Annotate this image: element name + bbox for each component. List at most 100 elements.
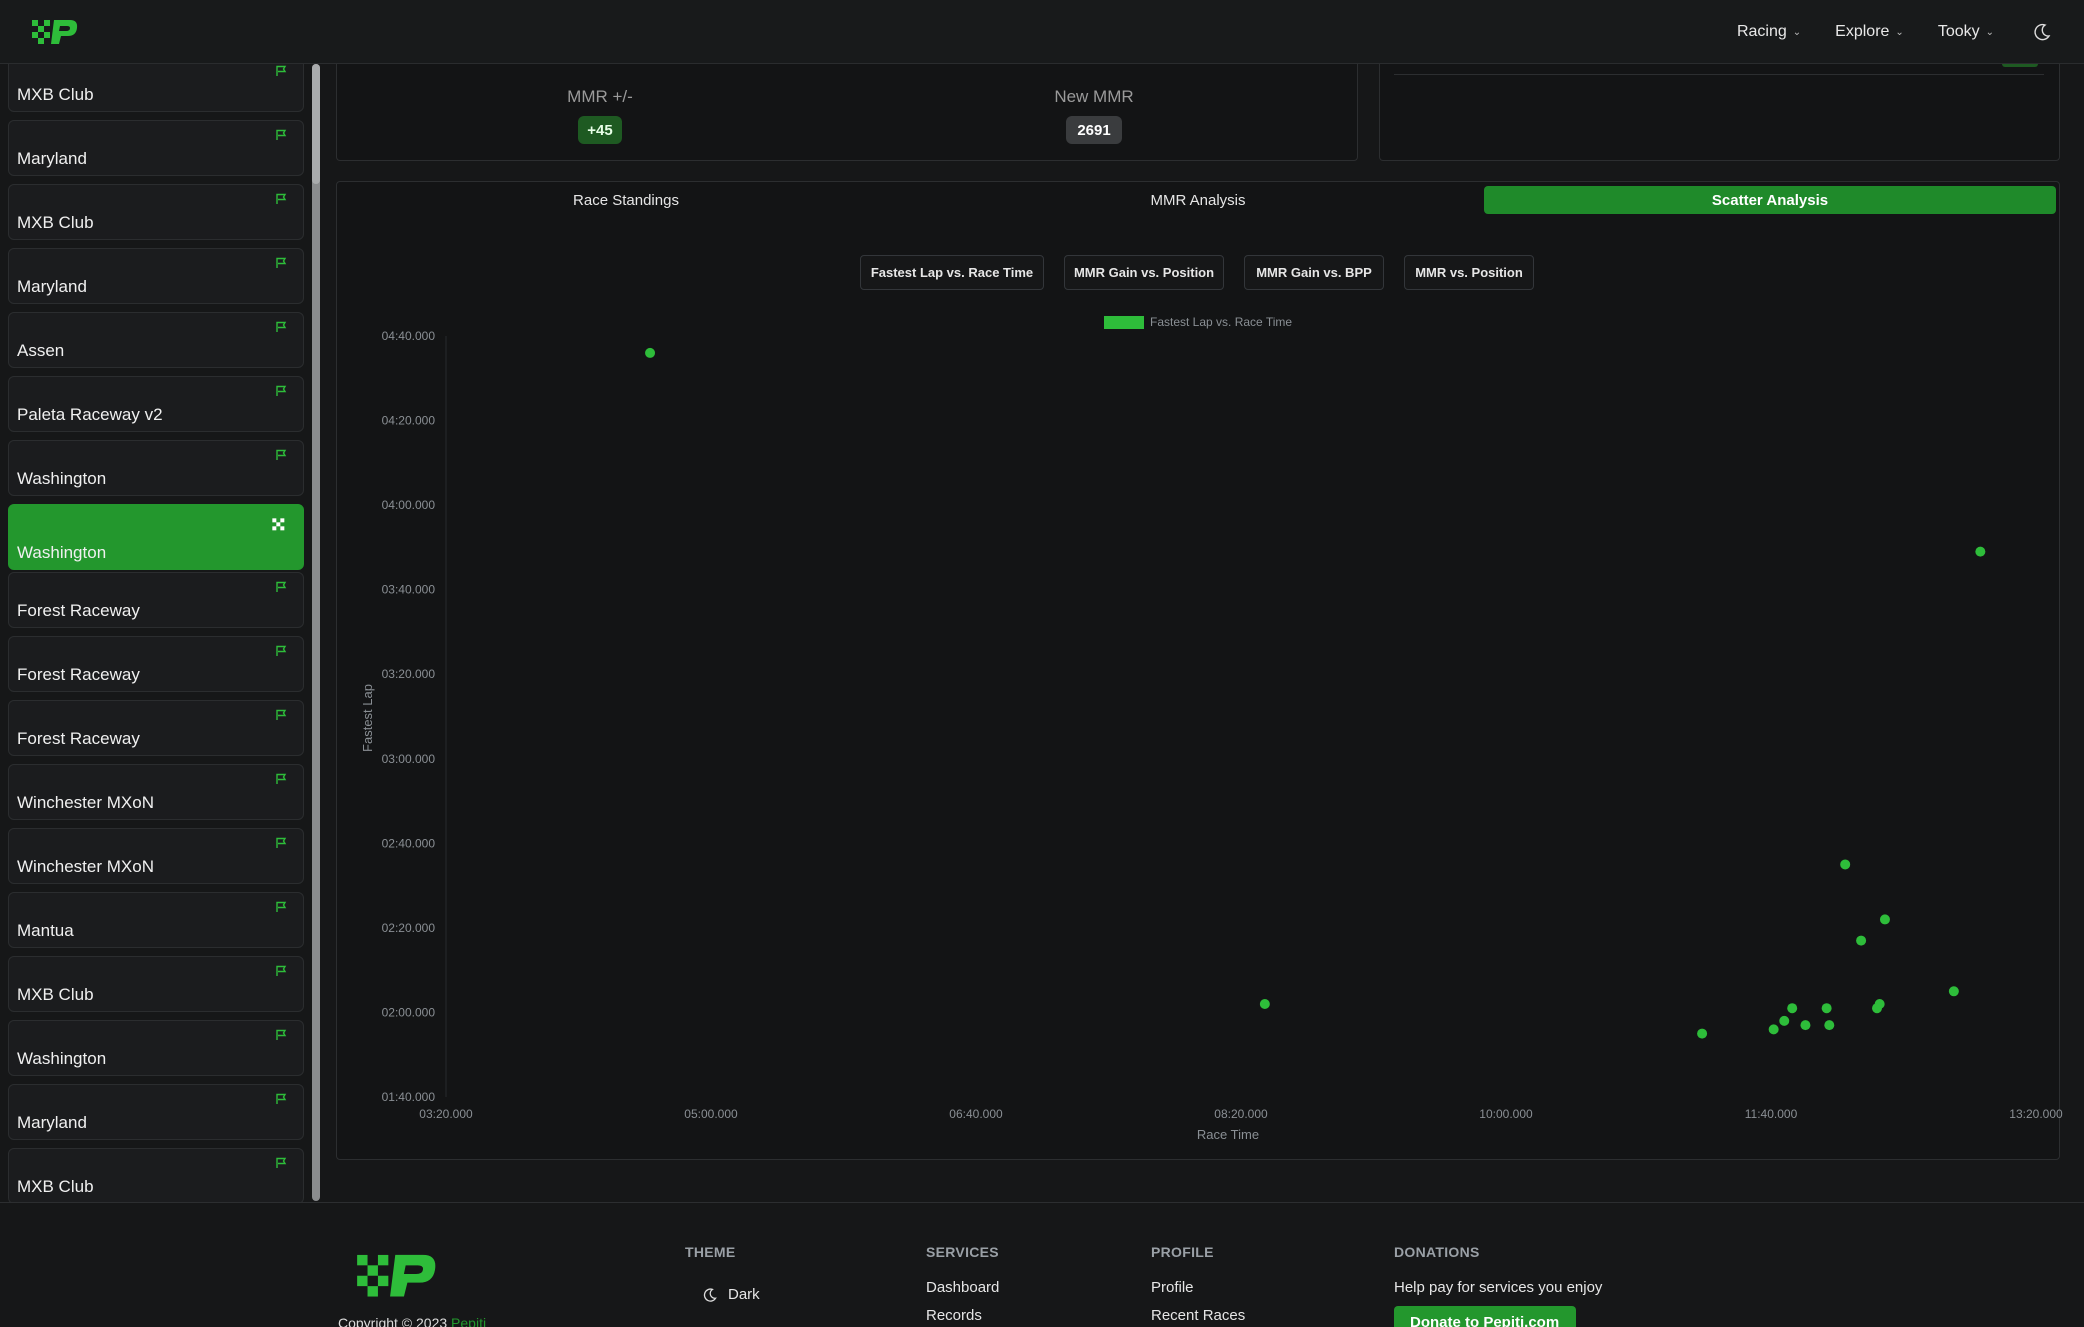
mmr-gain-vs-position-button[interactable]: MMR Gain vs. Position [1064,255,1224,290]
footer-link-dashboard[interactable]: Dashboard [926,1279,999,1296]
sidebar-track-item[interactable]: Maryland [8,248,304,304]
copyright: Copyright © 2023 Pepiti [338,1315,486,1327]
flag-icon [276,581,287,592]
sidebar-track-name: Forest Raceway [17,729,140,748]
sidebar-track-name: Maryland [17,277,87,296]
sidebar-track-item[interactable]: MXB Club [8,184,304,240]
nav-racing-label: Racing [1736,23,1787,40]
flag-icon [276,773,287,784]
sidebar-track-name: Washington [17,469,107,488]
sidebar-track-item[interactable]: MXB Club [8,1148,304,1202]
sidebar-track-name: Forest Raceway [17,665,140,684]
sidebar-track-name: Washington [17,1049,107,1068]
sidebar-track-item[interactable]: Forest Raceway [8,700,304,756]
sidebar-track-item[interactable]: Maryland [8,120,304,176]
chevron-down-icon: ⌄ [1792,26,1802,38]
right-info-panel [1379,64,2060,161]
tab-scatter-analysis[interactable]: Scatter Analysis [1484,186,2056,214]
flag-icon [276,965,287,976]
sidebar-track-item[interactable]: Washington [8,440,304,496]
sidebar-track-item[interactable]: Winchester MXoN [8,764,304,820]
footer-link-profile[interactable]: Profile [1151,1279,1194,1296]
sidebar-track-item[interactable]: Assen [8,312,304,368]
sidebar-track-item[interactable]: MXB Club [8,64,304,112]
nav-explore-menu[interactable]: Explore ⌄ [1835,23,1904,41]
sidebar-track-item[interactable]: Washington [8,1020,304,1076]
sidebar-track-item[interactable]: Washington [8,504,304,570]
footer-donations-heading: DONATIONS [1394,1244,1480,1260]
flag-icon [276,1157,287,1168]
chevron-down-icon: ⌄ [1985,26,1994,38]
sidebar-track-name: MXB Club [17,985,94,1004]
mmr-stats-panel [336,64,1358,161]
nav-user-label: Tooky [1937,23,1980,40]
pepiti-logo[interactable] [30,16,80,46]
fastest-lap-vs-race-time-button[interactable]: Fastest Lap vs. Race Time [860,255,1044,290]
flag-icon [276,901,287,912]
sidebar-track-item[interactable]: Forest Raceway [8,572,304,628]
sidebar-track-name: Forest Raceway [17,601,140,620]
footer-pepiti-logo [357,1254,436,1297]
sidebar-track-name: Paleta Raceway v2 [17,405,163,424]
sidebar-track-item[interactable]: Maryland [8,1084,304,1140]
footer [0,1202,2084,1327]
top-navbar: Racing ⌄ Explore ⌄ Tooky ⌄ [0,0,2084,64]
sidebar-track-name: Maryland [17,1113,87,1132]
checkered-flag-icon [272,518,285,531]
sidebar-track-name: Winchester MXoN [17,793,154,812]
mmr-vs-position-button[interactable]: MMR vs. Position [1404,255,1534,290]
chevron-down-icon: ⌄ [1895,26,1904,38]
flag-icon [276,193,287,204]
sidebar-track-item[interactable]: MXB Club [8,956,304,1012]
mmr-gain-vs-bpp-button[interactable]: MMR Gain vs. BPP [1244,255,1384,290]
flag-icon [276,1093,287,1104]
sidebar-track-name: Maryland [17,149,87,168]
donate-button[interactable]: Donate to Pepiti.com [1394,1306,1576,1327]
flag-icon [276,645,287,656]
sidebar-track-name: Washington [17,543,107,562]
footer-profile-heading: PROFILE [1151,1244,1214,1260]
flag-icon [276,449,287,460]
flag-icon [276,1029,287,1040]
sidebar-track-item[interactable]: Forest Raceway [8,636,304,692]
theme-toggle[interactable]: Dark [702,1286,760,1303]
green-indicator [2002,64,2038,67]
nav-user-menu[interactable]: Tooky ⌄ [1938,23,1994,41]
flag-icon [276,709,287,720]
mmr-change-badge: +45 [578,116,622,144]
moon-icon[interactable] [2032,22,2052,42]
panel-divider [1394,74,2044,75]
sidebar-track-name: MXB Club [17,213,94,232]
tab-mmr-analysis[interactable]: MMR Analysis [912,186,1484,214]
footer-services-heading: SERVICES [926,1244,999,1260]
tab-race-standings[interactable]: Race Standings [340,186,912,214]
sidebar-track-name: Mantua [17,921,74,940]
footer-link-records[interactable]: Records [926,1307,982,1324]
new-mmr-label: New MMR [1054,87,1134,106]
flag-icon [276,385,287,396]
sidebar-track-item[interactable]: Winchester MXoN [8,828,304,884]
sidebar-scrollbar-handle[interactable] [312,64,320,184]
analysis-panel [336,181,2060,1160]
nav-racing-menu[interactable]: Racing ⌄ [1737,23,1801,41]
moon-icon [703,1287,717,1302]
sidebar-track-item[interactable]: Paleta Raceway v2 [8,376,304,432]
footer-link-recent-races[interactable]: Recent Races [1151,1307,1245,1324]
flag-icon [276,129,287,140]
sidebar-scrollbar[interactable] [312,64,320,1201]
copyright-brand-link[interactable]: Pepiti [451,1315,486,1327]
sidebar-track-name: Winchester MXoN [17,857,154,876]
flag-icon [276,321,287,332]
mmr-change-label: MMR +/- [567,87,633,106]
flag-icon [276,65,287,76]
sidebar-track-name: MXB Club [17,85,94,104]
sidebar-track-name: MXB Club [17,1177,94,1196]
donations-text: Help pay for services you enjoy [1394,1279,1603,1296]
theme-toggle-label: Dark [728,1286,760,1303]
sidebar-track-name: Assen [17,341,65,360]
copyright-text: Copyright © 2023 [338,1315,448,1327]
track-list-sidebar: MXB Club Maryland MXB Club Maryland Assen Pal… [0,64,312,1202]
flag-icon [276,837,287,848]
new-mmr-badge: 2691 [1066,116,1122,144]
sidebar-track-item[interactable]: Mantua [8,892,304,948]
